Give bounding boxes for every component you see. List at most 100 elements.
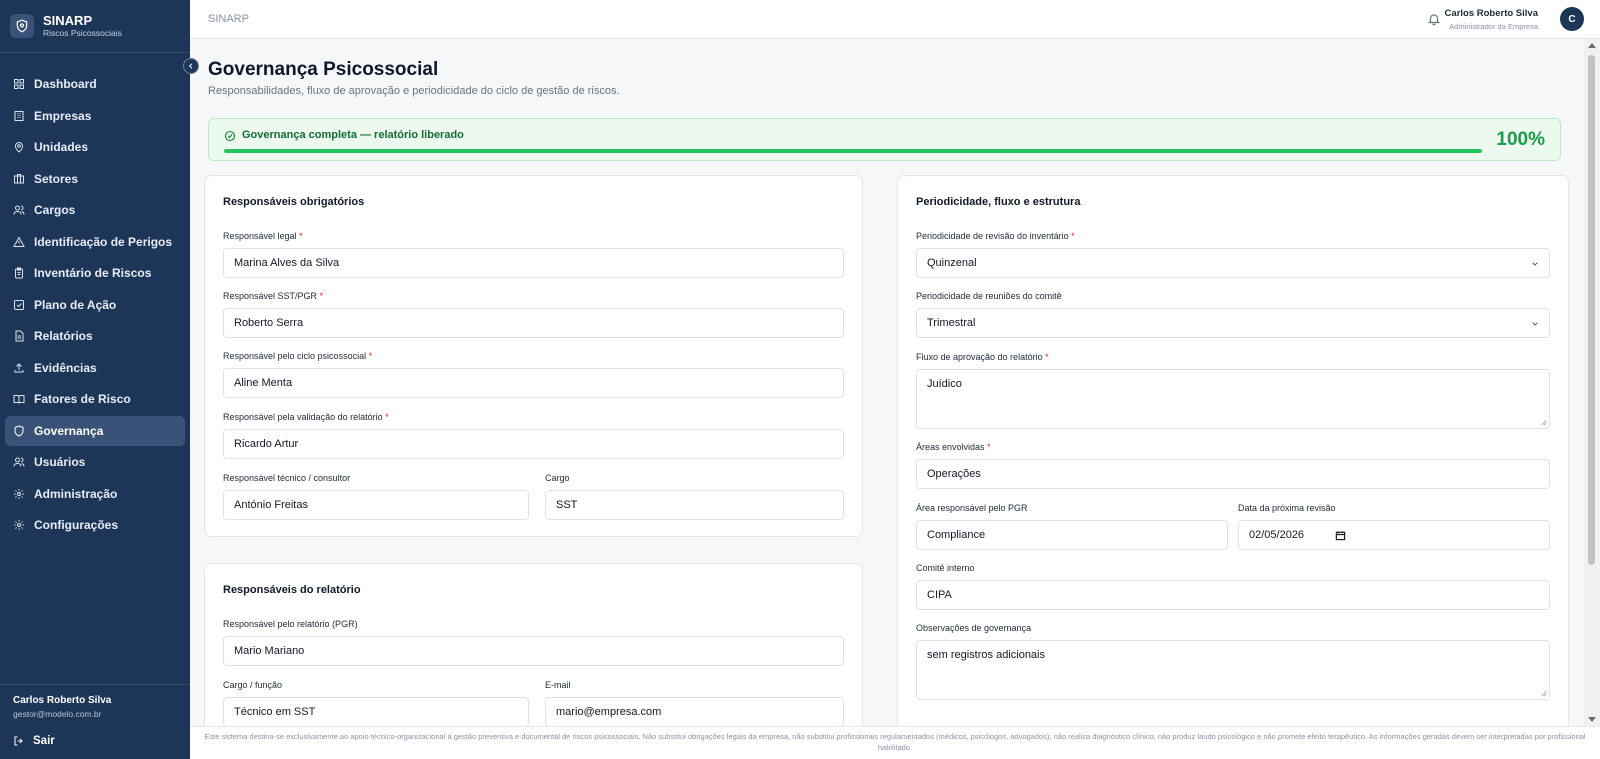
sidebar-user-name: Carlos Roberto Silva — [13, 695, 112, 706]
sidebar-item-label: Identificação de Perigos — [34, 234, 173, 249]
resize-handle-icon[interactable] — [1539, 689, 1547, 697]
scroll-down-arrow-icon[interactable] — [1588, 717, 1596, 722]
card-periodicidade-fluxo: Periodicidade, fluxo e estrutura Periodi… — [897, 175, 1569, 726]
responsavel-validacao-input[interactable]: Ricardo Artur — [223, 429, 844, 459]
bell-icon[interactable] — [1427, 12, 1441, 26]
sidebar-item-label: Administração — [34, 486, 118, 501]
email-input[interactable]: mario@empresa.com — [545, 697, 844, 726]
sidebar-item-relatorios[interactable]: Relatórios — [5, 321, 185, 351]
field-label-area-pgr: Área responsável pelo PGR — [916, 503, 1028, 513]
sidebar-item-label: Empresas — [34, 108, 92, 123]
users-icon — [13, 204, 25, 216]
sidebar-item-label: Configurações — [34, 518, 119, 532]
status-text: Governança completa — relatório liberado — [242, 129, 464, 141]
logout-icon — [13, 735, 25, 747]
sidebar-item-dashboard[interactable]: Dashboard — [5, 69, 185, 99]
sidebar-item-plano-acao[interactable]: Plano de Ação — [5, 290, 185, 320]
field-label-email: E-mail — [545, 680, 571, 690]
sidebar-collapse-button[interactable] — [183, 58, 199, 74]
cargo-funcao-input[interactable]: Técnico em SST — [223, 697, 529, 726]
responsavel-legal-input[interactable]: Marina Alves da Silva — [223, 248, 844, 278]
sidebar-item-cargos[interactable]: Cargos — [5, 195, 185, 225]
sidebar-user-panel: Carlos Roberto Silva gestor@modelo.com.b… — [0, 684, 190, 759]
sidebar-item-label: Cargos — [34, 203, 76, 217]
file-text-icon — [13, 330, 25, 342]
warning-icon — [13, 235, 25, 248]
header-user-name: Carlos Roberto Silva — [1444, 8, 1538, 19]
field-label-responsavel-tecnico: Responsável técnico / consultor — [223, 473, 351, 483]
header-user-role: Administrador da Empresa — [1449, 22, 1538, 31]
responsavel-pgr-input[interactable]: Mario Mariano — [223, 636, 844, 666]
sidebar-item-inventario-riscos[interactable]: Inventário de Riscos — [5, 258, 185, 288]
sidebar-item-evidencias[interactable]: Evidências — [5, 353, 185, 383]
field-label-responsavel-validacao: Responsável pela validação do relatório … — [223, 412, 389, 422]
field-label-responsavel-pgr: Responsável pelo relatório (PGR) — [223, 619, 358, 629]
sidebar-nav: Dashboard Empresas Unidades Setores Carg… — [0, 53, 190, 540]
chevron-down-icon — [1532, 322, 1538, 326]
sidebar-item-governanca[interactable]: Governança — [5, 415, 185, 446]
comite-interno-input[interactable]: CIPA — [916, 580, 1550, 610]
avatar[interactable]: C — [1560, 7, 1584, 31]
date-value: 02/05/2026 — [1249, 529, 1305, 541]
card-title: Periodicidade, fluxo e estrutura — [916, 196, 1081, 208]
responsavel-sst-input[interactable]: Roberto Serra — [223, 308, 844, 338]
clipboard-icon — [13, 267, 25, 279]
governance-status-banner: Governança completa — relatório liberado… — [208, 118, 1561, 161]
users-icon — [13, 456, 25, 468]
sidebar-item-identificacao-perigos[interactable]: Identificação de Perigos — [5, 227, 185, 257]
page-scrollbar[interactable] — [1584, 39, 1600, 726]
check-square-icon — [13, 299, 25, 311]
progress-bar — [224, 149, 1482, 153]
sidebar-item-empresas[interactable]: Empresas — [5, 101, 185, 131]
card-responsaveis-obrigatorios: Responsáveis obrigatórios Responsável le… — [204, 175, 863, 537]
observacoes-textarea[interactable]: sem registros adicionais — [916, 640, 1550, 700]
sidebar-item-administracao[interactable]: Administração — [5, 479, 185, 509]
brand[interactable]: SINARP Riscos Psicossociais — [0, 0, 190, 53]
periodicidade-inventario-select[interactable]: Quinzenal — [916, 248, 1550, 278]
shield-logo-icon — [10, 14, 34, 38]
sidebar-item-label: Usuários — [34, 455, 86, 469]
calendar-icon[interactable] — [1335, 530, 1346, 541]
sidebar-item-usuarios[interactable]: Usuários — [5, 447, 185, 477]
logout-button[interactable]: Sair — [13, 735, 177, 747]
chevron-left-icon — [188, 63, 193, 69]
fluxo-aprovacao-textarea[interactable]: Juídico — [916, 369, 1550, 429]
field-label-observacoes: Observações de governança — [916, 623, 1032, 633]
areas-envolvidas-input[interactable]: Operações — [916, 459, 1550, 489]
field-label-fluxo-aprovacao: Fluxo de aprovação do relatório * — [916, 352, 1049, 362]
field-label-responsavel-legal: Responsável legal * — [223, 231, 303, 241]
page-subtitle: Responsabilidades, fluxo de aprovação e … — [208, 85, 620, 97]
main-content: Governança Psicossocial Responsabilidade… — [190, 39, 1584, 726]
resize-handle-icon[interactable] — [1539, 418, 1547, 426]
responsavel-tecnico-input[interactable]: António Freitas — [223, 490, 529, 520]
card-title: Responsáveis obrigatórios — [223, 196, 365, 208]
sidebar-item-configuracoes[interactable]: Configurações — [5, 510, 185, 540]
sidebar-item-label: Plano de Ação — [34, 297, 117, 312]
data-revisao-input[interactable]: 02/05/2026 — [1238, 520, 1550, 550]
upload-icon — [13, 362, 25, 374]
header-user-info[interactable]: Carlos Roberto Silva Administrador da Em… — [1445, 8, 1538, 31]
sidebar-item-label: Evidências — [34, 360, 97, 375]
scroll-up-arrow-icon[interactable] — [1588, 43, 1596, 48]
textarea-value: Juídico — [927, 378, 962, 390]
sidebar-item-setores[interactable]: Setores — [5, 164, 185, 194]
area-pgr-input[interactable]: Compliance — [916, 520, 1228, 550]
periodicidade-reunioes-select[interactable]: Trimestral — [916, 308, 1550, 338]
scrollbar-thumb[interactable] — [1588, 55, 1595, 565]
sidebar-item-unidades[interactable]: Unidades — [5, 132, 185, 162]
field-label-cargo: Cargo — [545, 473, 570, 483]
status-percent: 100% — [1496, 129, 1545, 150]
sidebar-item-fatores-risco[interactable]: Fatores de Risco — [5, 384, 185, 414]
cargo-input[interactable]: SST — [545, 490, 844, 520]
sidebar-item-label: Governança — [34, 423, 104, 438]
responsavel-ciclo-input[interactable]: Aline Menta — [223, 368, 844, 398]
sidebar-item-label: Unidades — [34, 140, 89, 154]
shield-icon — [13, 424, 25, 437]
field-label-data-revisao: Data da próxima revisão — [1238, 503, 1336, 513]
progress-bar-fill — [224, 149, 1482, 153]
chevron-down-icon — [1532, 262, 1538, 266]
sidebar-item-label: Fatores de Risco — [34, 392, 131, 406]
field-label-cargo-funcao: Cargo / função — [223, 680, 283, 690]
page-title: Governança Psicossocial — [208, 59, 439, 80]
select-value: Quinzenal — [927, 257, 977, 269]
